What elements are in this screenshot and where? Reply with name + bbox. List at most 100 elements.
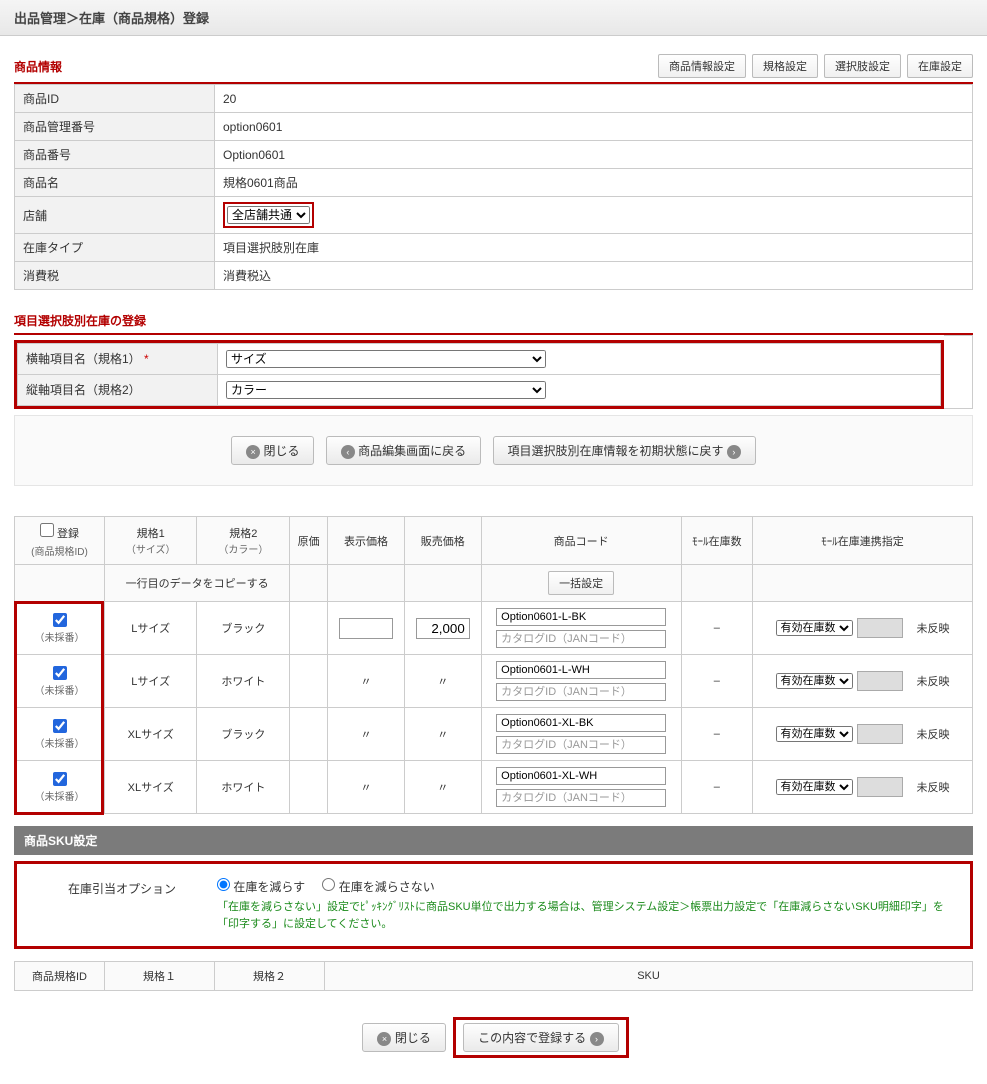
table-row: （未採番）Lサイズホワイト〃〃–有効在庫数未反映 bbox=[15, 655, 973, 708]
reflect-status: 未反映 bbox=[917, 620, 950, 636]
catalog-id-input[interactable] bbox=[496, 736, 666, 754]
label-product-id: 商品ID bbox=[15, 85, 215, 113]
value-stock-type: 項目選択肢別在庫 bbox=[215, 234, 973, 262]
cell-mall-link: 有効在庫数未反映 bbox=[753, 655, 973, 708]
label-tax: 消費税 bbox=[15, 262, 215, 290]
radio-keep[interactable] bbox=[322, 878, 335, 891]
row-checkbox[interactable] bbox=[53, 772, 67, 786]
sku-th-id: 商品規格ID bbox=[15, 962, 105, 991]
label-stock-type: 在庫タイプ bbox=[15, 234, 215, 262]
cell-spec2: ブラック bbox=[197, 708, 290, 761]
product-code-input[interactable] bbox=[496, 767, 666, 785]
close-icon: × bbox=[246, 445, 260, 459]
store-select[interactable]: 全店舗共通 bbox=[227, 206, 310, 224]
stock-link-select[interactable]: 有効在庫数 bbox=[776, 726, 853, 742]
cell-cost bbox=[290, 761, 328, 814]
disp-price-input[interactable] bbox=[339, 618, 393, 639]
grid-header-sale-price: 販売価格 bbox=[404, 517, 481, 565]
cell-spec2: ブラック bbox=[197, 602, 290, 655]
value-mgmt-no: option0601 bbox=[215, 113, 973, 141]
sku-table: 商品規格ID 規格１ 規格２ SKU bbox=[14, 961, 973, 991]
grid-header-spec1: 規格1 bbox=[109, 525, 192, 541]
stock-link-number bbox=[857, 777, 903, 797]
product-info-table: 商品ID20 商品管理番号option0601 商品番号Option0601 商… bbox=[14, 84, 973, 290]
reset-stock-button[interactable]: 項目選択肢別在庫情報を初期状態に戻す › bbox=[493, 436, 756, 465]
cell-spec1: Lサイズ bbox=[105, 602, 197, 655]
section-product-info: 商品情報 bbox=[14, 58, 62, 75]
sku-th-spec2: 規格２ bbox=[215, 962, 325, 991]
row-status: （未採番） bbox=[35, 735, 85, 750]
register-button[interactable]: この内容で登録する › bbox=[463, 1023, 618, 1052]
sku-note: 「在庫を減らさない」設定でﾋﾟｯｷﾝｸﾞﾘｽﾄに商品SKU単位で出力する場合は、… bbox=[217, 899, 960, 932]
row-checkbox[interactable] bbox=[53, 666, 67, 680]
stock-link-select[interactable]: 有効在庫数 bbox=[776, 673, 853, 689]
section-axis-title: 項目選択肢別在庫の登録 bbox=[14, 312, 146, 329]
sku-option-box: 在庫引当オプション 在庫を減らす 在庫を減らさない 「在庫を減らさない」設定でﾋ… bbox=[14, 861, 973, 949]
stock-settings-button[interactable]: 在庫設定 bbox=[907, 54, 973, 78]
footer-close-button[interactable]: × 閉じる bbox=[362, 1023, 445, 1052]
sale-price-input[interactable] bbox=[416, 618, 470, 639]
product-code-input[interactable] bbox=[496, 714, 666, 732]
cell-cost bbox=[290, 655, 328, 708]
cell-mall-link: 有効在庫数 未反映 bbox=[753, 602, 973, 655]
row-checkbox[interactable] bbox=[53, 719, 67, 733]
table-row: （未採番） Lサイズブラック – 有効在庫数 未反映 bbox=[15, 602, 973, 655]
label-mgmt-no: 商品管理番号 bbox=[15, 113, 215, 141]
spec-grid: 登録 (商品規格ID) 規格1（サイズ） 規格2（カラー） 原価 表示価格 販売… bbox=[14, 516, 973, 814]
chevron-right-icon: › bbox=[727, 445, 741, 459]
cell-cost bbox=[290, 602, 328, 655]
radio-decrease[interactable] bbox=[217, 878, 230, 891]
stock-link-select[interactable]: 有効在庫数 bbox=[776, 620, 853, 636]
cell-spec1: XLサイズ bbox=[105, 708, 197, 761]
cell-sale-price: 〃 bbox=[404, 708, 481, 761]
cell-mall-stock: – bbox=[681, 602, 752, 655]
sku-option-label: 在庫引当オプション bbox=[27, 878, 217, 897]
spec-settings-button[interactable]: 規格設定 bbox=[752, 54, 818, 78]
product-code-input[interactable] bbox=[496, 608, 666, 626]
product-code-input[interactable] bbox=[496, 661, 666, 679]
reflect-status: 未反映 bbox=[917, 726, 950, 742]
catalog-id-input[interactable] bbox=[496, 683, 666, 701]
grid-header-mall-stock: ﾓｰﾙ在庫数 bbox=[681, 517, 752, 565]
cell-code bbox=[481, 708, 681, 761]
page-title: 出品管理＞在庫（商品規格）登録 bbox=[0, 0, 987, 36]
grid-header-mall-link: ﾓｰﾙ在庫連携指定 bbox=[753, 517, 973, 565]
grid-header-cost: 原価 bbox=[290, 517, 328, 565]
copy-row-text: 一行目のデータをコピーする bbox=[105, 565, 290, 602]
radio-keep-label[interactable]: 在庫を減らさない bbox=[322, 880, 434, 894]
stock-link-select[interactable]: 有効在庫数 bbox=[776, 779, 853, 795]
catalog-id-input[interactable] bbox=[496, 789, 666, 807]
chevron-left-icon: ‹ bbox=[341, 445, 355, 459]
cell-disp-price: 〃 bbox=[328, 708, 405, 761]
sku-th-sku: SKU bbox=[325, 962, 973, 991]
stock-link-number bbox=[857, 618, 903, 638]
cell-sale-price: 〃 bbox=[404, 655, 481, 708]
axis1-select[interactable]: サイズ bbox=[226, 350, 546, 368]
product-info-settings-button[interactable]: 商品情報設定 bbox=[658, 54, 746, 78]
select-all-checkbox[interactable] bbox=[40, 523, 54, 537]
cell-spec1: Lサイズ bbox=[105, 655, 197, 708]
option-settings-button[interactable]: 選択肢設定 bbox=[824, 54, 901, 78]
axis2-select[interactable]: カラー bbox=[226, 381, 546, 399]
close-button[interactable]: × 閉じる bbox=[231, 436, 314, 465]
row-status: （未採番） bbox=[35, 788, 85, 803]
cell-code bbox=[481, 602, 681, 655]
grid-header-spec1-sub: （サイズ） bbox=[109, 541, 192, 556]
grid-header-disp-price: 表示価格 bbox=[328, 517, 405, 565]
label-store: 店舗 bbox=[15, 197, 215, 234]
label-item-no: 商品番号 bbox=[15, 141, 215, 169]
radio-decrease-label[interactable]: 在庫を減らす bbox=[217, 880, 305, 894]
close-icon: × bbox=[377, 1032, 391, 1046]
catalog-id-input[interactable] bbox=[496, 630, 666, 648]
cell-mall-stock: – bbox=[681, 708, 752, 761]
cell-code bbox=[481, 761, 681, 814]
row-status: （未採番） bbox=[35, 629, 85, 644]
sku-th-spec1: 規格１ bbox=[105, 962, 215, 991]
bulk-set-button[interactable]: 一括設定 bbox=[548, 571, 614, 595]
cell-disp-price: 〃 bbox=[328, 761, 405, 814]
cell-code bbox=[481, 655, 681, 708]
row-checkbox[interactable] bbox=[53, 613, 67, 627]
grid-header-register-sub: (商品規格ID) bbox=[31, 543, 88, 558]
stock-link-number bbox=[857, 671, 903, 691]
back-edit-button[interactable]: ‹ 商品編集画面に戻る bbox=[326, 436, 481, 465]
